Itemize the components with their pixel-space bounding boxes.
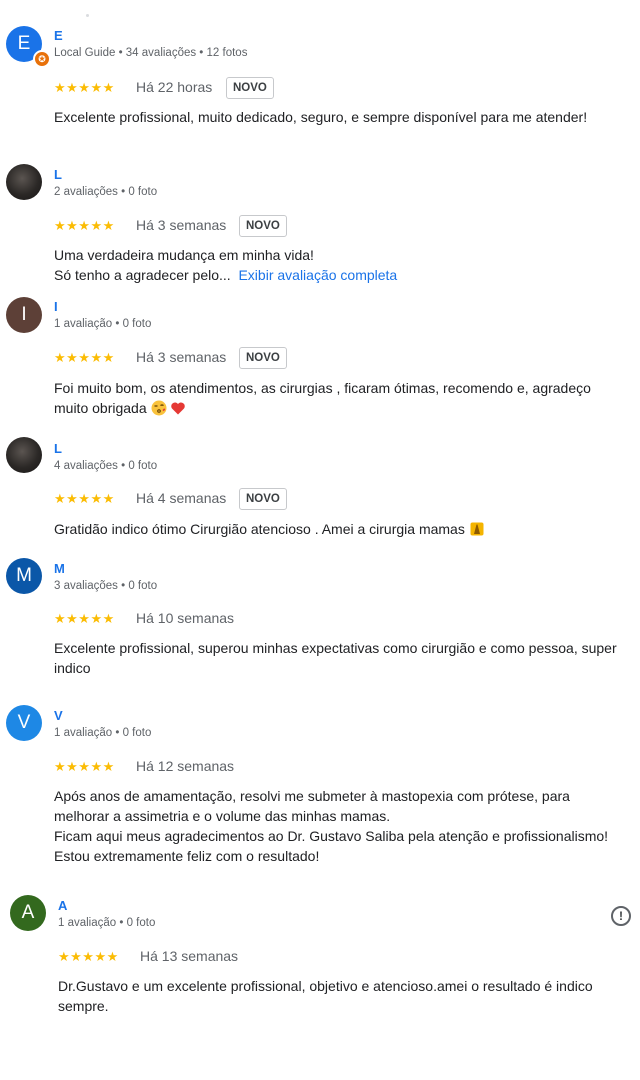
review-text: Foi muito bom, os atendimentos, as cirur… bbox=[54, 380, 591, 416]
decorative-dot bbox=[86, 14, 89, 17]
expand-review-link[interactable]: Exibir avaliação completa bbox=[238, 267, 397, 283]
rating-stars: ★★★★★ bbox=[54, 350, 115, 365]
reviewer-name[interactable]: E bbox=[54, 28, 63, 43]
review-date: Há 4 semanas bbox=[136, 490, 227, 506]
review-text: Excelente profissional, superou minhas e… bbox=[54, 640, 617, 676]
new-badge: NOVO bbox=[239, 347, 287, 369]
review-date: Há 10 semanas bbox=[136, 610, 235, 626]
reviewer-meta: 1 avaliação • 0 foto bbox=[54, 318, 152, 330]
praying-hands-icon bbox=[470, 522, 484, 536]
reviewer-meta: 2 avaliações • 0 foto bbox=[54, 186, 158, 198]
review-date: Há 3 semanas bbox=[136, 349, 227, 365]
heart-icon bbox=[171, 402, 186, 415]
rating-stars: ★★★★★ bbox=[54, 80, 115, 95]
new-badge: NOVO bbox=[239, 215, 287, 237]
reviewer-meta: 3 avaliações • 0 foto bbox=[54, 580, 158, 592]
local-guide-badge-icon: ✪ bbox=[33, 50, 51, 68]
avatar[interactable]: M bbox=[6, 558, 42, 594]
new-badge: NOVO bbox=[239, 488, 287, 510]
reviewer-meta: 1 avaliação • 0 foto bbox=[54, 727, 152, 739]
avatar[interactable] bbox=[6, 437, 42, 473]
rating-stars: ★★★★★ bbox=[54, 218, 115, 233]
reviewer-name[interactable]: I bbox=[54, 299, 58, 314]
new-badge: NOVO bbox=[226, 77, 274, 99]
review-date: Há 3 semanas bbox=[136, 217, 227, 233]
review-text: Excelente profissional, muito dedicado, … bbox=[54, 109, 588, 125]
reviewer-name[interactable]: A bbox=[58, 898, 67, 913]
reviewer-name[interactable]: M bbox=[54, 561, 65, 576]
avatar[interactable]: A bbox=[10, 895, 46, 931]
rating-stars: ★★★★★ bbox=[58, 949, 119, 964]
reviewer-meta: 4 avaliações • 0 foto bbox=[54, 460, 158, 472]
review-text: Após anos de amamentação, resolvi me sub… bbox=[54, 788, 609, 864]
reviewer-meta: 1 avaliação • 0 foto bbox=[58, 917, 156, 929]
review-text: Uma verdadeira mudança em minha vida! Só… bbox=[54, 247, 398, 283]
rating-stars: ★★★★★ bbox=[54, 759, 115, 774]
rating-stars: ★★★★★ bbox=[54, 491, 115, 506]
avatar[interactable] bbox=[6, 164, 42, 200]
report-icon[interactable]: ! bbox=[611, 906, 631, 926]
reviewer-name[interactable]: L bbox=[54, 441, 62, 456]
review-date: Há 13 semanas bbox=[140, 948, 239, 964]
rating-stars: ★★★★★ bbox=[54, 611, 115, 626]
reviewer-name[interactable]: V bbox=[54, 708, 63, 723]
review-date: Há 22 horas bbox=[136, 79, 213, 95]
kissing-face-icon bbox=[151, 400, 167, 416]
avatar[interactable]: V bbox=[6, 705, 42, 741]
avatar[interactable]: I bbox=[6, 297, 42, 333]
reviewer-meta: Local Guide • 34 avaliações • 12 fotos bbox=[54, 47, 248, 59]
avatar[interactable]: E ✪ bbox=[6, 26, 51, 68]
review-date: Há 12 semanas bbox=[136, 758, 235, 774]
review-text: Dr.Gustavo e um excelente profissional, … bbox=[58, 978, 593, 1014]
reviewer-name[interactable]: L bbox=[54, 167, 62, 182]
review-text: Gratidão indico ótimo Cirurgião atencios… bbox=[54, 519, 639, 539]
